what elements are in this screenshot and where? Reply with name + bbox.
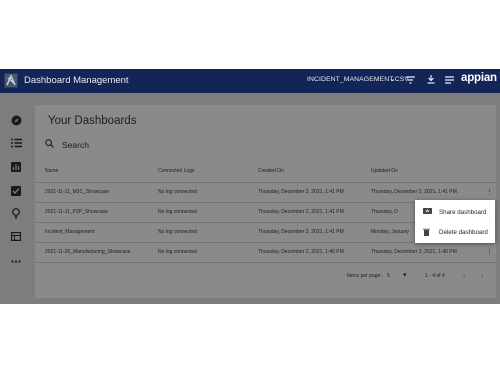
search-input[interactable]: Search (62, 140, 89, 150)
cell-name[interactable]: Incident_Management (45, 229, 94, 235)
chart-icon[interactable] (10, 162, 22, 174)
more-vert-icon[interactable]: ⋮ (486, 248, 493, 256)
cell-updated: Thursday, December 2, 2021, 1:40 PM (371, 249, 457, 255)
share-screen-icon (423, 208, 432, 217)
search-icon[interactable] (45, 139, 54, 150)
app-logo-icon[interactable] (4, 73, 18, 88)
more-vert-icon[interactable]: ⋮ (486, 188, 493, 196)
menu-item-share[interactable]: Share dashboard (415, 202, 495, 222)
more-horizontal-icon[interactable] (10, 254, 22, 266)
cell-created: Thursday, December 2, 2021, 1:40 PM (258, 249, 344, 255)
cell-logs: No log connected (158, 189, 197, 195)
lightbulb-icon[interactable] (10, 208, 22, 220)
context-menu: Share dashboard Delete dashboard (415, 200, 495, 243)
cell-name[interactable]: 2021-11-11_M2C_Showcase (45, 189, 109, 195)
app-window: Dashboard Management INCIDENT_MANAGEMENT… (0, 69, 500, 304)
column-header-updated-on[interactable]: Updated On (371, 168, 398, 174)
page-title: Your Dashboards (48, 115, 137, 127)
table-icon[interactable] (10, 232, 22, 244)
compass-icon[interactable] (10, 115, 22, 127)
menu-icon[interactable] (445, 74, 454, 88)
cell-updated: Thursday, December 2, 2021, 1:41 PM (371, 189, 457, 195)
list-icon[interactable] (10, 138, 22, 150)
previous-page-icon[interactable]: ‹ (463, 271, 466, 280)
top-bar: Dashboard Management INCIDENT_MANAGEMENT… (0, 69, 500, 93)
cell-created: Thursday, December 2, 2021, 1:41 PM (258, 189, 344, 195)
cell-logs: No log connected (158, 229, 197, 235)
cell-logs: No log connected (158, 209, 197, 215)
cell-name[interactable]: 2021-11-26_Manufacturing_Showcase (45, 249, 131, 255)
table-row[interactable]: 2021-11-26_Manufacturing_Showcase No log… (35, 242, 496, 262)
download-icon[interactable] (427, 74, 435, 88)
items-per-page-label: Items per page: (347, 273, 382, 279)
table-row[interactable]: 2021-11-11_M2C_Showcase No log connected… (35, 182, 496, 202)
cell-created: Thursday, December 2, 2021, 1:41 PM (258, 209, 344, 215)
menu-item-label: Delete dashboard (439, 229, 488, 236)
appian-logo: appian (461, 72, 497, 84)
cell-updated: Thursday, D (371, 209, 398, 215)
cell-updated: Monday, January (371, 229, 409, 235)
cell-name[interactable]: 2021-11-11_P2P_Showcase (45, 209, 108, 215)
cell-logs: No log connected (158, 249, 197, 255)
page-range: 1 - 4 of 4 (425, 273, 445, 279)
caret-down-icon[interactable]: ▾ (403, 271, 407, 279)
column-header-name[interactable]: Name (45, 168, 58, 174)
cell-created: Thursday, December 2, 2021, 1:41 PM (258, 229, 344, 235)
next-page-icon[interactable]: › (481, 271, 484, 280)
column-header-created-on[interactable]: Created On (258, 168, 284, 174)
table-divider (35, 262, 496, 263)
items-per-page-select[interactable]: 5 (387, 273, 390, 279)
app-title: Dashboard Management (24, 75, 129, 86)
checklist-icon[interactable] (10, 185, 22, 197)
menu-item-delete[interactable]: Delete dashboard (415, 222, 495, 242)
chevron-down-icon[interactable]: ⌄ (389, 74, 396, 83)
menu-item-label: Share dashboard (439, 209, 487, 216)
trash-icon (423, 228, 430, 238)
filter-icon[interactable] (406, 74, 415, 88)
column-header-connected-logs[interactable]: Connected Logs (158, 168, 194, 174)
side-nav (0, 93, 32, 304)
